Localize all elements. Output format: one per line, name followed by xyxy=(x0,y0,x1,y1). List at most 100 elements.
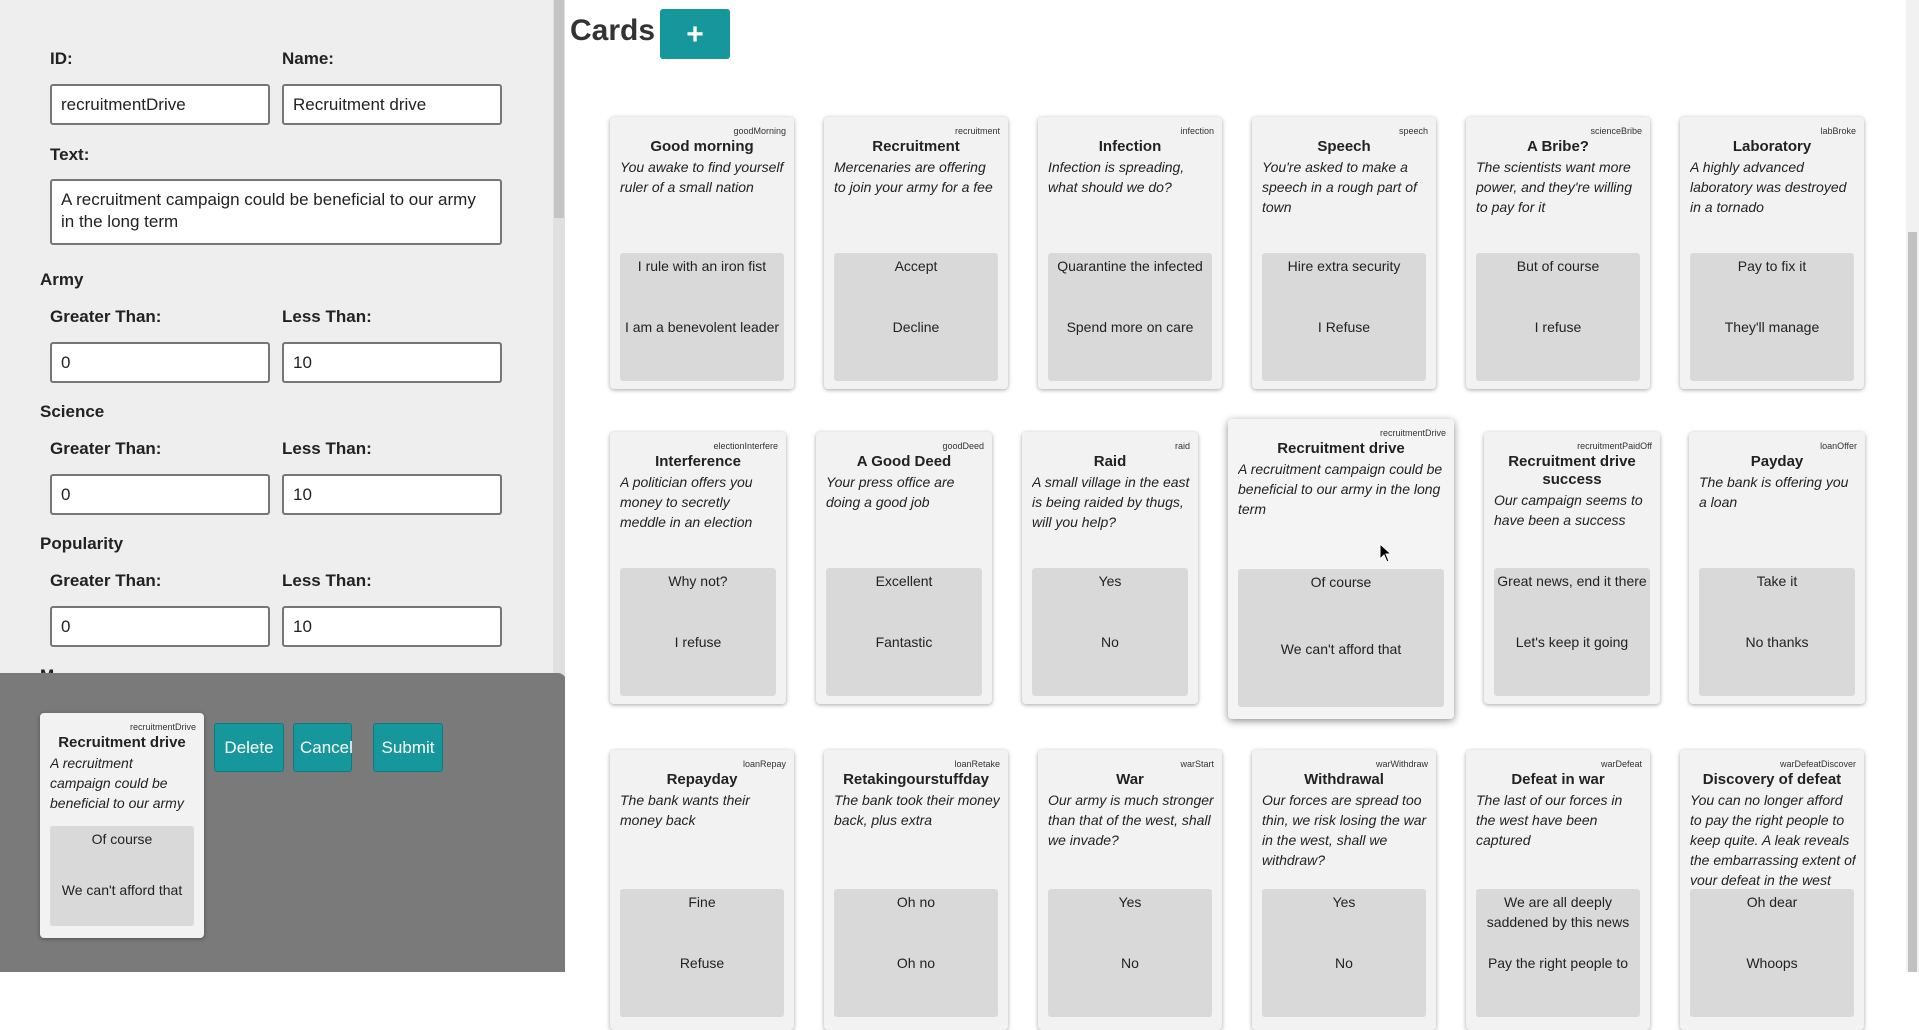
card-option-1[interactable]: Fine xyxy=(620,892,784,912)
science-greater-than-input[interactable] xyxy=(50,474,270,515)
card-option-1[interactable]: Excellent xyxy=(826,571,982,591)
card-title: Discovery of defeat xyxy=(1702,771,1842,788)
page-scrollbar[interactable] xyxy=(1906,0,1919,972)
card-option-2[interactable]: We can't afford that xyxy=(1238,639,1444,659)
card-loanOffer[interactable]: loanOffer Payday The bank is offering you … xyxy=(1689,432,1865,704)
science-less-than-input[interactable] xyxy=(282,474,502,515)
card-recruitment[interactable]: recruitment Recruitment Mercenaries are of… xyxy=(824,117,1008,389)
card-text: Our campaign seems to have been a succes… xyxy=(1494,492,1643,528)
card-option-1[interactable]: Yes xyxy=(1032,571,1188,591)
card-raid[interactable]: raid Raid A small village in the east is b… xyxy=(1022,432,1198,704)
name-input[interactable] xyxy=(282,84,502,125)
card-option-1[interactable]: Oh dear xyxy=(1690,892,1854,912)
card-id: speech xyxy=(1398,126,1428,136)
card-text: The bank is offering you a loan xyxy=(1699,474,1849,510)
card-text: A politician offers you money to secretl… xyxy=(620,474,753,530)
card-option-2[interactable]: No xyxy=(1032,632,1188,652)
popularity-less-than-input[interactable] xyxy=(282,606,502,647)
card-option-1[interactable]: Hire extra security xyxy=(1262,256,1426,276)
card-option-1[interactable]: Take it xyxy=(1699,571,1855,591)
card-title: Speech xyxy=(1317,138,1371,155)
card-id: warDefeatDiscover xyxy=(1779,759,1856,769)
card-warWithdraw[interactable]: warWithdraw Withdrawal Our forces are spre… xyxy=(1252,750,1436,1030)
army-less-than-input[interactable] xyxy=(282,342,502,383)
submit-button[interactable]: Submit xyxy=(373,723,443,772)
card-option-2[interactable]: They'll manage xyxy=(1690,317,1854,337)
card-text: You're asked to make a speech in a rough… xyxy=(1262,159,1417,215)
card-scienceBribe[interactable]: scienceBribe A Bribe? The scientists want … xyxy=(1466,117,1650,389)
editor-scrollbar-thumb[interactable] xyxy=(554,0,564,218)
card-id: warStart xyxy=(1180,759,1214,769)
card-option-2[interactable]: Let's keep it going xyxy=(1494,632,1650,652)
card-option-1[interactable]: Yes xyxy=(1048,892,1212,912)
card-labBroke[interactable]: labBroke Laboratory A highly advanced labo… xyxy=(1680,117,1864,389)
card-option-2[interactable]: Fantastic xyxy=(826,632,982,652)
card-title: Recruitment drive xyxy=(58,734,186,751)
card-recruitmentDrive[interactable]: recruitmentDrive Recruitment drive A recru… xyxy=(1228,419,1454,719)
card-option-2[interactable]: No thanks xyxy=(1699,632,1855,652)
army-greater-than-input[interactable] xyxy=(50,342,270,383)
card-option-1[interactable]: We are all deeply saddened by this news xyxy=(1476,892,1640,932)
card-loanRepay[interactable]: loanRepay Repayday The bank wants their mo… xyxy=(610,750,794,1030)
card-option-2[interactable]: Oh no xyxy=(834,953,998,973)
card-option-1[interactable]: I rule with an iron fist xyxy=(620,256,784,276)
card-option-2[interactable]: Decline xyxy=(834,317,998,337)
card-title: Payday xyxy=(1750,453,1804,470)
card-title: Good morning xyxy=(650,138,754,155)
card-option-2[interactable]: Spend more on care xyxy=(1048,317,1212,337)
card-warStart[interactable]: warStart War Our army is much stronger tha… xyxy=(1038,750,1222,1030)
card-option-1[interactable]: Great news, end it there xyxy=(1494,571,1650,591)
card-id: electionInterfere xyxy=(713,441,778,451)
card-option-1[interactable]: Quarantine the infected xyxy=(1048,256,1212,276)
text-label: Text: xyxy=(50,145,90,164)
card-option-1[interactable]: Pay to fix it xyxy=(1690,256,1854,276)
cancel-button[interactable]: Cancel xyxy=(293,723,353,772)
card-id: labBroke xyxy=(1820,126,1856,136)
delete-button[interactable]: Delete xyxy=(214,723,284,772)
card-options: Fine Refuse xyxy=(620,889,784,1017)
card-id: loanRetake xyxy=(954,759,1000,769)
card-option-2[interactable]: I refuse xyxy=(1476,317,1640,337)
section-label-popularity: Popularity xyxy=(40,534,124,553)
card-option-1[interactable]: Of course xyxy=(1238,572,1444,592)
card-infection[interactable]: infection Infection Infection is spreading… xyxy=(1038,117,1222,389)
mouse-cursor-icon xyxy=(1379,543,1393,563)
card-warDefeatDiscover[interactable]: warDefeatDiscover Discovery of defeat You … xyxy=(1680,750,1864,1030)
add-card-button[interactable]: + xyxy=(660,9,730,59)
card-goodMorning[interactable]: goodMorning Good morning You awake to find… xyxy=(610,117,794,389)
card-recruitmentPaidOff[interactable]: recruitmentPaidOff Recruitment drive succ… xyxy=(1484,432,1660,704)
card-option-2[interactable]: No xyxy=(1048,953,1212,973)
card-loanRetake[interactable]: loanRetake Retakingourstuffday The bank to… xyxy=(824,750,1008,1030)
card-option-1[interactable]: Oh no xyxy=(834,892,998,912)
card-options: But of course I refuse xyxy=(1476,253,1640,381)
card-option-2[interactable]: I am a benevolent leader xyxy=(620,317,784,337)
card-option-2[interactable]: I refuse xyxy=(620,632,776,652)
card-options: Pay to fix it They'll manage xyxy=(1690,253,1854,381)
card-text: Your press office are doing a good job xyxy=(826,474,955,510)
card-option-2[interactable]: I Refuse xyxy=(1262,317,1426,337)
id-input[interactable] xyxy=(50,84,270,125)
card-title: A Good Deed xyxy=(856,453,952,470)
text-textarea[interactable]: A recruitment campaign could be benefici… xyxy=(50,179,502,245)
card-option-1[interactable]: But of course xyxy=(1476,256,1640,276)
card-text: Our forces are spread too thin, we risk … xyxy=(1262,792,1427,868)
card-goodDeed[interactable]: goodDeed A Good Deed Your press office are… xyxy=(816,432,992,704)
card-option-2[interactable]: Pay the right people to xyxy=(1476,953,1640,973)
popularity-greater-than-input[interactable] xyxy=(50,606,270,647)
page-scrollbar-thumb[interactable] xyxy=(1908,232,1917,972)
card-id: goodMorning xyxy=(733,126,786,136)
card-warDefeat[interactable]: warDefeat Defeat in war The last of our fo… xyxy=(1466,750,1650,1030)
card-option-1[interactable]: Accept xyxy=(834,256,998,276)
card-electionInterfere[interactable]: electionInterfere Interference A politicia… xyxy=(610,432,786,704)
card-option-1[interactable]: Yes xyxy=(1262,892,1426,912)
card-speech[interactable]: speech Speech You're asked to make a speec… xyxy=(1252,117,1436,389)
card-option-2[interactable]: Whoops xyxy=(1690,953,1854,973)
card-option-2: We can't afford that xyxy=(61,882,183,898)
card-options: Oh no Oh no xyxy=(834,889,998,1017)
card-option-1[interactable]: Why not? xyxy=(620,571,776,591)
science-greater-than-label: Greater Than: xyxy=(50,439,162,458)
card-option-2[interactable]: No xyxy=(1262,953,1426,973)
card-option-1: Of course xyxy=(91,831,153,847)
card-title: War xyxy=(1116,771,1144,788)
card-option-2[interactable]: Refuse xyxy=(620,953,784,973)
